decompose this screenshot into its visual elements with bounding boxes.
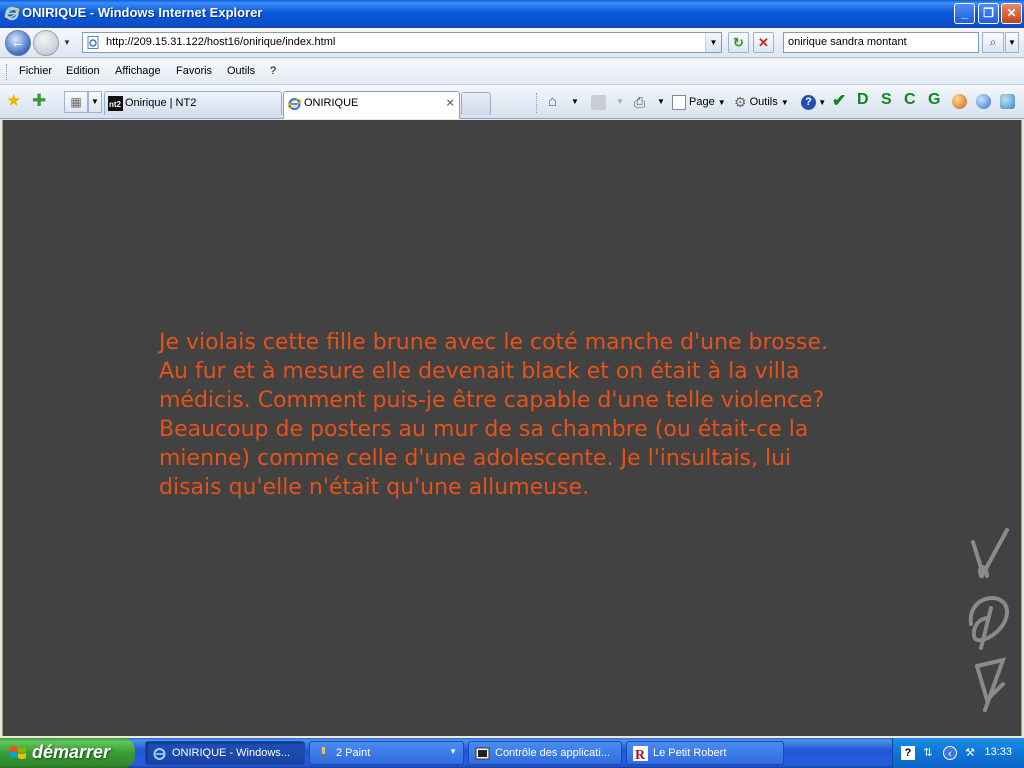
stop-button[interactable]: ✕ [753,32,774,53]
svg-text:R: R [635,748,646,761]
page-menu-button[interactable]: Page ▼ [672,93,726,111]
feeds-dropdown-icon[interactable]: ▼ [616,93,624,111]
task-paint[interactable]: 2 Paint ▼ [309,741,464,765]
print-dropdown-icon[interactable]: ▼ [657,93,665,111]
search-button[interactable]: ⌕ [982,32,1004,53]
task-controle[interactable]: Contrôle des applicati... [468,741,622,765]
menu-help[interactable]: ? [270,65,276,77]
nt2-icon: nt2 [108,96,123,111]
address-toolbar: ← → ▼ http://209.15.31.122/host16/oniriq… [0,28,1024,58]
checkmark-icon[interactable]: ✔ [832,91,846,111]
quick-tabs-button[interactable]: ▦ [64,91,88,113]
menu-favoris[interactable]: Favoris [176,65,212,77]
task-label: Contrôle des applicati... [495,747,610,759]
ie-icon [153,748,166,760]
feeds-icon[interactable] [591,95,606,110]
start-label: démarrer [32,742,111,762]
task-label: 2 Paint [336,747,371,759]
gear-icon: ⚙ [734,94,747,111]
dream-text: Je violais cette fille brune avec le cot… [159,330,828,500]
address-dropdown-icon[interactable]: ▼ [705,33,721,52]
new-tab-button[interactable] [461,92,491,115]
page-icon [87,36,99,49]
browser-window: ONIRIQUE - Windows Internet Explorer _ ❐… [0,0,1024,738]
tab-close-icon[interactable]: × [446,95,454,110]
ie-page-icon [287,98,302,110]
tools-menu-button[interactable]: ⚙ Outils ▼ [734,93,789,111]
menu-affichage[interactable]: Affichage [115,65,161,77]
task-label: ONIRIQUE - Windows... [172,747,290,759]
history-dropdown-icon[interactable]: ▼ [63,38,71,47]
addon-tool-icon[interactable] [1000,94,1015,109]
address-field[interactable]: http://209.15.31.122/host16/onirique/ind… [82,32,722,53]
page-content: Je violais cette fille brune avec le cot… [2,120,1022,736]
tab-onirique[interactable]: ONIRIQUE × [283,91,460,119]
help-tray-icon[interactable]: ? [901,746,915,760]
taskbar: démarrer ONIRIQUE - Windows... 2 Paint ▼… [0,738,1024,768]
search-options-dropdown-icon[interactable]: ▼ [1005,32,1019,53]
addon-orb-icon[interactable] [952,94,967,109]
safely-remove-tray-icon[interactable]: ⚒ [963,746,977,760]
home-dropdown-icon[interactable]: ▼ [571,93,579,111]
ie-logo-icon [4,6,20,21]
control-icon [475,747,490,760]
svg-text:nt2: nt2 [109,100,122,109]
menu-fichier[interactable]: Fichier [19,65,52,77]
help-icon: ? [801,94,816,110]
tab-list-dropdown-icon[interactable]: ▼ [88,91,102,113]
paint-icon [321,747,326,760]
task-label: Le Petit Robert [653,747,727,759]
refresh-button[interactable]: ↻ [728,32,749,53]
page-menu-label: Page [689,96,715,108]
favorites-star-icon[interactable]: ★ [6,92,21,109]
home-icon[interactable]: ⌂ [548,93,557,111]
tab-label: Onirique | NT2 [125,97,197,109]
start-button[interactable]: démarrer [0,738,135,768]
forward-button[interactable]: → [33,30,59,56]
task-petit-robert[interactable]: R Le Petit Robert [626,741,784,765]
minimize-button[interactable]: _ [954,3,975,24]
search-input[interactable]: onirique sandra montant [783,32,979,53]
network-tray-icon[interactable]: ⇅ [921,746,935,760]
address-url[interactable]: http://209.15.31.122/host16/onirique/ind… [106,36,335,48]
command-bar-grip[interactable] [536,93,538,113]
tab-label: ONIRIQUE [304,97,359,109]
menu-outils[interactable]: Outils [227,65,255,77]
tab-onirique-nt2[interactable]: nt2 Onirique | NT2 [104,91,282,115]
toolbar-d-button[interactable]: D [857,91,869,109]
navigation-glyphs-icon[interactable] [963,524,1013,724]
toolbar-g-button[interactable]: G [928,91,940,109]
tab-toolbar: ★ ✚ ▦ ▼ nt2 Onirique | NT2 ONIRIQUE × ⌂ … [0,85,1024,119]
toolbar-grip[interactable] [6,64,8,80]
task-group-dropdown-icon: ▼ [449,747,457,756]
menu-edition[interactable]: Edition [66,65,100,77]
back-button[interactable]: ← [5,30,31,56]
add-favorite-icon[interactable]: ✚ [32,92,46,109]
title-bar[interactable]: ONIRIQUE - Windows Internet Explorer _ ❐… [0,0,1024,28]
task-onirique[interactable]: ONIRIQUE - Windows... [145,741,305,765]
window-title: ONIRIQUE - Windows Internet Explorer [22,5,263,20]
tools-menu-label: Outils [749,96,778,108]
tray-expand-icon[interactable]: ‹ [943,746,957,760]
toolbar-s-button[interactable]: S [881,91,892,109]
addon-globe-icon[interactable] [976,94,991,109]
page-menu-icon [672,94,686,110]
help-button[interactable]: ? ▼ [801,93,826,111]
maximize-button[interactable]: ❐ [978,3,999,24]
print-icon[interactable]: ⎙ [634,93,645,111]
system-tray: ? ⇅ ‹ ⚒ 13:33 [892,738,1024,768]
windows-flag-icon [10,746,26,759]
menu-bar: Fichier Edition Affichage Favoris Outils… [0,59,1024,85]
clock: 13:33 [984,746,1012,758]
toolbar-c-button[interactable]: C [904,91,916,109]
close-button[interactable]: ✕ [1001,3,1022,24]
robert-icon: R [633,746,648,761]
